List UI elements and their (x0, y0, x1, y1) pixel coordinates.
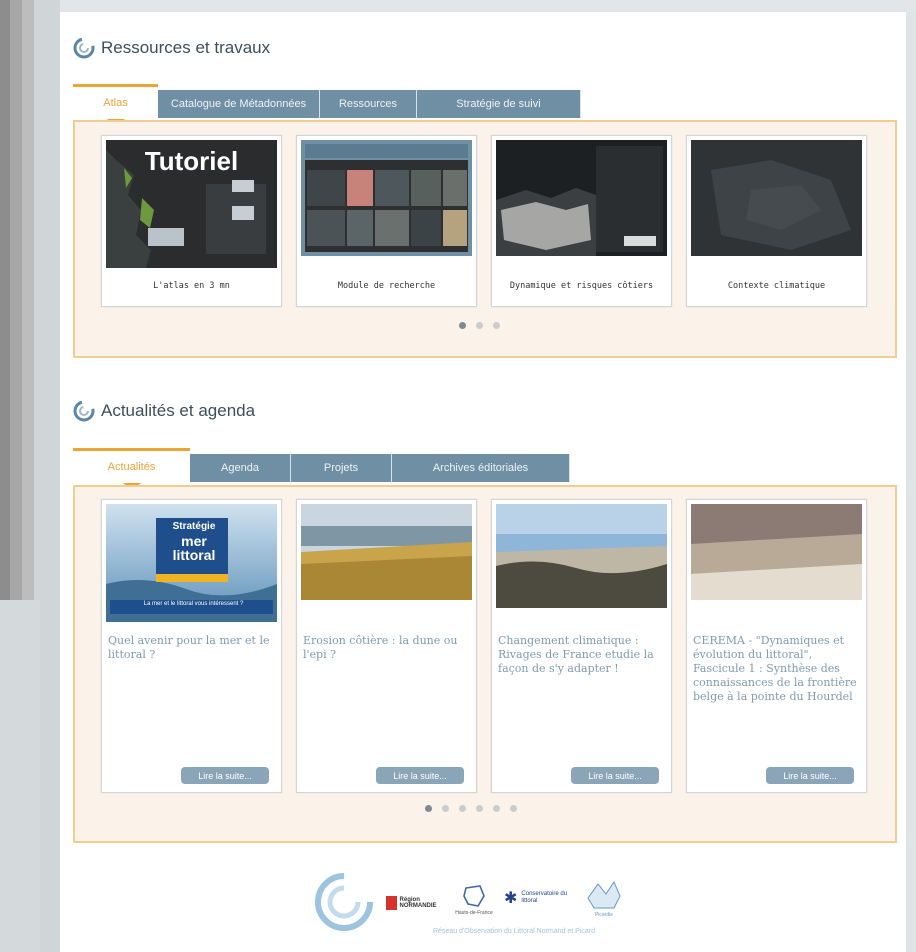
footer-logos: Région NORMANDIE Hauts-de-France ✱ Conse… (314, 866, 664, 946)
resource-card-climate[interactable]: Contexte climatique (686, 135, 867, 307)
card-caption[interactable]: Dynamique et risques côtiers (492, 281, 671, 291)
news-card[interactable]: Stratégie mer littoral La mer et le litt… (101, 499, 282, 793)
thumb-line: littoral (172, 547, 216, 563)
swirl-logo-icon (73, 37, 95, 59)
news-thumbnail-text: Stratégie mer littoral (158, 520, 230, 562)
resources-carousel-dots (459, 322, 500, 329)
carousel-dot[interactable] (459, 805, 466, 812)
tab-ressources[interactable]: Ressources (320, 90, 417, 118)
resources-panel: Tutoriel L'atlas en 3 mn Module de reche… (73, 120, 897, 358)
thumb-line: Stratégie (172, 521, 216, 532)
left-background-lower (0, 600, 40, 952)
carousel-dot[interactable] (442, 805, 449, 812)
risks-thumbnail[interactable] (496, 140, 667, 256)
page-content: Ressources et travaux Atlas Catalogue de… (60, 12, 906, 952)
section-title-text: Actualités et agenda (101, 401, 256, 420)
news-thumbnail[interactable] (301, 504, 472, 600)
hauts-de-france-icon (463, 885, 485, 907)
news-tabs: Actualités Agenda Projets Archives édito… (73, 448, 570, 491)
tab-atlas[interactable]: Atlas (73, 84, 158, 127)
section-title-news: Actualités et agenda (73, 400, 255, 422)
news-title[interactable]: Quel avenir pour la mer et le littoral ? (108, 634, 275, 662)
news-card[interactable]: Erosion côtière : la dune ou l'epi ? Lir… (296, 499, 477, 793)
read-more-button[interactable]: Lire la suite... (571, 767, 659, 784)
resource-card-risks[interactable]: Dynamique et risques côtiers (491, 135, 672, 307)
carousel-dot[interactable] (425, 805, 432, 812)
news-title[interactable]: Erosion côtière : la dune ou l'epi ? (303, 634, 470, 662)
news-card[interactable]: Changement climatique : Rivages de Franc… (491, 499, 672, 793)
swirl-logo-icon (73, 400, 95, 422)
resource-card-search[interactable]: Module de recherche (296, 135, 477, 307)
card-caption[interactable]: L'atlas en 3 mn (102, 281, 281, 291)
thumb-subtitle: La mer et le littoral vous intéressent ? (143, 601, 244, 607)
carousel-dot[interactable] (493, 322, 500, 329)
picardie-icon (587, 880, 621, 909)
normandie-icon (386, 896, 397, 910)
tab-strategie[interactable]: Stratégie de suivi (417, 90, 581, 118)
read-more-button[interactable]: Lire la suite... (766, 767, 854, 784)
tab-archives[interactable]: Archives éditoriales (392, 454, 570, 482)
carousel-dot[interactable] (493, 805, 500, 812)
climate-thumbnail[interactable] (691, 140, 862, 256)
carousel-dot[interactable] (476, 322, 483, 329)
top-bar (0, 0, 916, 12)
news-title[interactable]: Changement climatique : Rivages de Franc… (498, 634, 665, 676)
conservatoire-logo: ✱ Conservatoire du littoral (504, 888, 574, 907)
logo-text: Région NORMANDIE (399, 897, 437, 909)
carousel-dot[interactable] (476, 805, 483, 812)
news-carousel-dots (425, 805, 517, 812)
read-more-button[interactable]: Lire la suite... (376, 767, 464, 784)
logo-text: Picardie (594, 912, 614, 918)
news-thumbnail[interactable] (496, 504, 667, 608)
card-caption[interactable]: Contexte climatique (687, 281, 866, 291)
resources-tabs: Atlas Catalogue de Métadonnées Ressource… (73, 84, 581, 127)
carousel-dot[interactable] (459, 322, 466, 329)
tab-catalogue[interactable]: Catalogue de Métadonnées (158, 90, 320, 118)
carousel-dot[interactable] (510, 805, 517, 812)
star-icon: ✱ (504, 888, 518, 907)
section-title-resources: Ressources et travaux (73, 37, 270, 59)
news-title[interactable]: CEREMA - "Dynamiques et évolution du lit… (693, 634, 860, 704)
tab-actualites[interactable]: Actualités (73, 448, 190, 491)
card-caption[interactable]: Module de recherche (297, 281, 476, 291)
tutorial-thumbnail-text: Tutoriel (144, 146, 239, 176)
section-title-text: Ressources et travaux (101, 38, 271, 57)
news-thumbnail[interactable] (691, 504, 862, 600)
news-panel: Stratégie mer littoral La mer et le litt… (73, 485, 897, 843)
read-more-button[interactable]: Lire la suite... (181, 767, 269, 784)
thumb-line: mer (181, 533, 207, 549)
resource-card-atlas[interactable]: Tutoriel L'atlas en 3 mn (101, 135, 282, 307)
tab-agenda[interactable]: Agenda (190, 454, 291, 482)
search-module-thumbnail[interactable] (301, 140, 472, 256)
logo-text: Conservatoire du littoral (521, 890, 568, 904)
footer-caption: Réseau d'Observation du Littoral Normand… (432, 928, 596, 935)
news-card[interactable]: CEREMA - "Dynamiques et évolution du lit… (686, 499, 867, 793)
logo-text: Hauts-de-France (455, 910, 493, 916)
region-normandie-logo: Région NORMANDIE (386, 894, 444, 912)
tab-projets[interactable]: Projets (291, 454, 392, 482)
